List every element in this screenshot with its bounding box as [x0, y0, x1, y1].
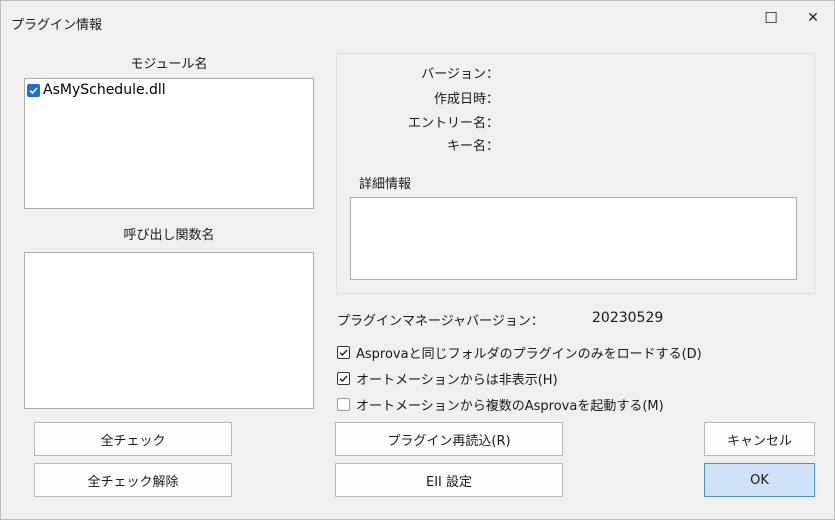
module-name: AsMySchedule.dll	[43, 82, 166, 98]
maximize-icon: ☐	[764, 9, 778, 27]
option-same-folder-only[interactable]: Asprovaと同じフォルダのプラグインのみをロードする(D)	[337, 343, 702, 362]
option-launch-multiple[interactable]: オートメーションから複数のAsprovaを起動する(M)	[337, 395, 664, 414]
created-date-label: 作成日時：	[433, 92, 499, 107]
option-checkbox[interactable]	[337, 372, 350, 385]
reload-plugins-button[interactable]: プラグイン再読込(R)	[335, 422, 563, 456]
option-checkbox[interactable]	[337, 398, 350, 411]
function-list-label: 呼び出し関数名	[123, 228, 215, 243]
close-icon: ✕	[807, 10, 819, 26]
check-icon	[339, 375, 348, 383]
cancel-button[interactable]: キャンセル	[704, 422, 815, 456]
list-item[interactable]: AsMySchedule.dll	[27, 82, 166, 98]
close-button[interactable]: ✕	[790, 1, 835, 35]
uncheck-all-button[interactable]: 全チェック解除	[34, 463, 232, 497]
title-bar: プラグイン情報 ☐ ✕	[1, 1, 834, 39]
version-label: バージョン：	[421, 67, 499, 82]
key-name-label: キー名：	[446, 139, 499, 154]
module-list-label: モジュール名	[130, 57, 208, 72]
plugin-info-dialog: プラグイン情報 ☐ ✕ モジュール名 AsMySchedule.dll 呼び出し…	[0, 0, 835, 520]
detail-info-box[interactable]	[350, 197, 797, 280]
option-label: オートメーションから複数のAsprovaを起動する(M)	[356, 399, 664, 414]
detail-info-label: 詳細情報	[359, 177, 412, 192]
option-checkbox[interactable]	[337, 346, 350, 359]
window-title: プラグイン情報	[11, 18, 103, 33]
check-icon	[29, 86, 38, 94]
check-all-button[interactable]: 全チェック	[34, 422, 232, 456]
function-list[interactable]	[24, 252, 314, 409]
manager-version-label: プラグインマネージャバージョン：	[337, 314, 544, 329]
check-icon	[339, 349, 348, 357]
maximize-button[interactable]: ☐	[748, 1, 794, 35]
option-label: Asprovaと同じフォルダのプラグインのみをロードする(D)	[356, 347, 702, 362]
option-label: オートメーションからは非表示(H)	[356, 373, 558, 388]
entry-name-label: エントリー名：	[407, 116, 499, 131]
ok-button[interactable]: OK	[704, 463, 815, 497]
eii-settings-button[interactable]: EII 設定	[335, 463, 563, 497]
option-hide-from-automation[interactable]: オートメーションからは非表示(H)	[337, 369, 558, 388]
module-checkbox[interactable]	[27, 83, 40, 97]
module-list[interactable]: AsMySchedule.dll	[24, 78, 314, 209]
manager-version-value: 20230529	[592, 310, 664, 326]
